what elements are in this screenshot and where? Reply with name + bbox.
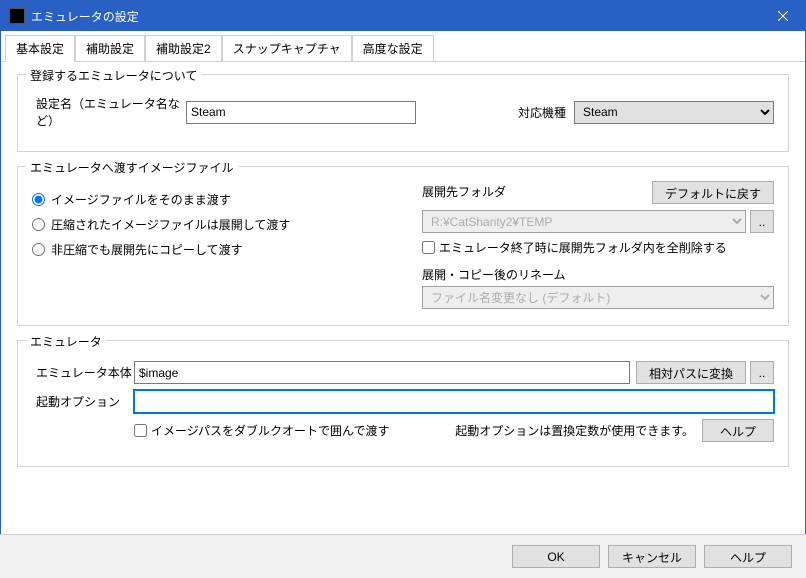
tab-snap[interactable]: スナップキャプチャ: [222, 35, 352, 61]
fieldset-imagefile: エミュレータへ渡すイメージファイル イメージファイルをそのまま渡す 圧縮されたイ…: [17, 166, 789, 326]
button-help-inline[interactable]: ヘルプ: [702, 419, 774, 442]
legend-emulator: エミュレータ: [26, 333, 106, 350]
button-cancel[interactable]: キャンセル: [608, 545, 696, 568]
radio-pass-asis-label: イメージファイルをそのまま渡す: [51, 191, 231, 208]
check-double-quote-input[interactable]: [134, 424, 147, 437]
radio-extract-input[interactable]: [32, 218, 45, 231]
tab-basic[interactable]: 基本設定: [5, 35, 75, 62]
input-launch-option[interactable]: [134, 390, 774, 413]
content-area: 登録するエミュレータについて 設定名（エミュレータ名など） 対応機種 Steam…: [1, 62, 805, 493]
fieldset-register: 登録するエミュレータについて 設定名（エミュレータ名など） 対応機種 Steam: [17, 74, 789, 152]
radio-pass-asis-input[interactable]: [32, 193, 45, 206]
window-title: エミュレータの設定: [31, 8, 760, 25]
label-emu-body: エミュレータ本体: [36, 364, 134, 381]
button-help[interactable]: ヘルプ: [704, 545, 792, 568]
radio-copy[interactable]: 非圧縮でも展開先にコピーして渡す: [32, 241, 402, 258]
legend-register: 登録するエミュレータについて: [26, 67, 201, 84]
legend-imagefile: エミュレータへ渡すイメージファイル: [26, 159, 238, 176]
button-default[interactable]: デフォルトに戻す: [652, 181, 774, 204]
select-machine[interactable]: Steam: [574, 101, 774, 124]
tab-advanced[interactable]: 高度な設定: [352, 35, 434, 61]
label-setting-name: 設定名（エミュレータ名など）: [36, 95, 186, 129]
close-button[interactable]: [760, 1, 805, 31]
app-icon: [9, 8, 25, 24]
input-emu-body[interactable]: [134, 361, 630, 384]
fieldset-emulator: エミュレータ エミュレータ本体 相対パスに変換 .. 起動オプション イメージパ…: [17, 340, 789, 467]
label-launch-option: 起動オプション: [36, 393, 134, 410]
check-delete-after[interactable]: エミュレータ終了時に展開先フォルダ内を全削除する: [422, 239, 774, 256]
input-setting-name[interactable]: [186, 101, 416, 124]
select-dest-folder[interactable]: R:¥CatShanty2¥TEMP: [422, 210, 746, 233]
titlebar: エミュレータの設定: [1, 1, 805, 31]
button-ok[interactable]: OK: [512, 545, 600, 568]
radio-extract-label: 圧縮されたイメージファイルは展開して渡す: [51, 216, 290, 233]
tab-bar: 基本設定 補助設定 補助設定2 スナップキャプチャ 高度な設定: [1, 33, 805, 62]
label-dest-folder: 展開先フォルダ: [422, 183, 506, 200]
check-delete-after-input[interactable]: [422, 241, 435, 254]
close-icon: [778, 11, 788, 21]
check-double-quote[interactable]: イメージパスをダブルクオートで囲んで渡す: [134, 422, 389, 439]
check-delete-after-label: エミュレータ終了時に展開先フォルダ内を全削除する: [439, 239, 727, 256]
button-browse-dest[interactable]: ..: [750, 210, 774, 233]
radio-extract[interactable]: 圧縮されたイメージファイルは展開して渡す: [32, 216, 402, 233]
label-hint: 起動オプションは置換定数が使用できます。: [455, 422, 694, 439]
button-relpath[interactable]: 相対パスに変換: [636, 361, 746, 384]
radio-copy-input[interactable]: [32, 243, 45, 256]
label-rename: 展開・コピー後のリネーム: [422, 266, 774, 283]
radio-pass-asis[interactable]: イメージファイルをそのまま渡す: [32, 191, 402, 208]
tab-aux2[interactable]: 補助設定2: [145, 35, 222, 61]
check-double-quote-label: イメージパスをダブルクオートで囲んで渡す: [151, 422, 389, 439]
button-browse-emu[interactable]: ..: [750, 361, 774, 384]
label-machine: 対応機種: [518, 104, 566, 121]
radio-copy-label: 非圧縮でも展開先にコピーして渡す: [51, 241, 243, 258]
tab-aux1[interactable]: 補助設定: [75, 35, 145, 61]
dialog-footer: OK キャンセル ヘルプ: [0, 534, 806, 578]
select-rename: ファイル名変更なし (デフォルト): [422, 286, 774, 309]
